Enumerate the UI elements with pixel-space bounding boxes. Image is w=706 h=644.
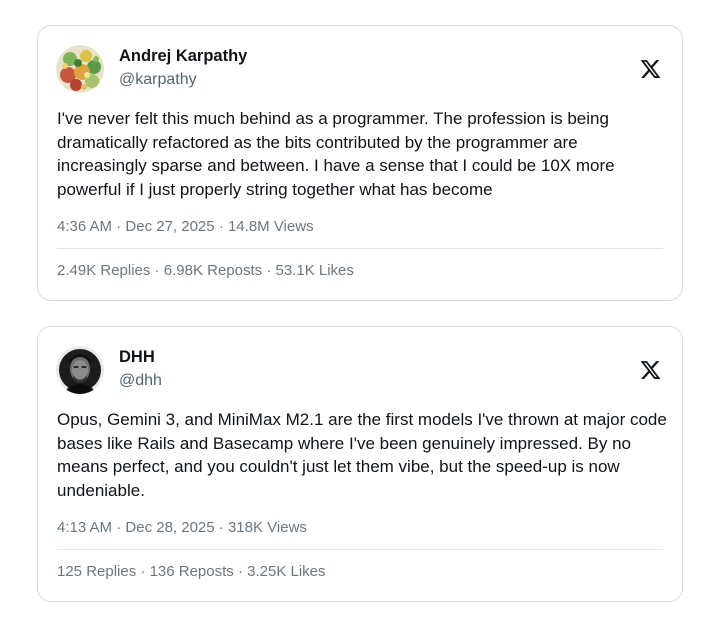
stats-separator: ·: [136, 563, 150, 580]
tweet-stats: 125 Replies · 136 Reposts · 3.25K Likes: [57, 563, 326, 580]
tweet-date[interactable]: Dec 28, 2025: [125, 519, 214, 536]
x-logo-icon[interactable]: [639, 359, 662, 381]
replies-count[interactable]: 125 Replies: [57, 563, 136, 580]
tweet-time[interactable]: 4:36 AM: [57, 218, 112, 235]
replies-count[interactable]: 2.49K Replies: [57, 262, 150, 279]
avatar[interactable]: [56, 45, 104, 93]
meta-separator: ·: [112, 519, 126, 536]
meta-separator: ·: [214, 519, 228, 536]
tweet-views: 318K Views: [227, 519, 307, 536]
tweet-stats: 2.49K Replies · 6.98K Reposts · 53.1K Li…: [57, 262, 354, 279]
stats-separator: ·: [150, 262, 164, 279]
author-handle[interactable]: @karpathy: [119, 71, 197, 89]
stats-separator: ·: [262, 262, 276, 279]
author-handle[interactable]: @dhh: [119, 372, 162, 390]
divider: [57, 248, 663, 249]
avatar[interactable]: [56, 346, 104, 394]
reposts-count[interactable]: 6.98K Reposts: [164, 262, 262, 279]
avatar-image: [56, 45, 104, 93]
meta-separator: ·: [112, 218, 126, 235]
avatar-image: [56, 346, 104, 394]
author-name[interactable]: Andrej Karpathy: [119, 47, 247, 66]
likes-count[interactable]: 53.1K Likes: [276, 262, 354, 279]
tweet-meta: 4:13 AM · Dec 28, 2025 · 318K Views: [57, 519, 307, 536]
likes-count[interactable]: 3.25K Likes: [247, 563, 325, 580]
meta-separator: ·: [214, 218, 228, 235]
tweet-card[interactable]: Andrej Karpathy @karpathy I've never fel…: [37, 25, 683, 301]
tweet-views: 14.8M Views: [227, 218, 314, 235]
tweet-date[interactable]: Dec 27, 2025: [125, 218, 214, 235]
tweet-meta: 4:36 AM · Dec 27, 2025 · 14.8M Views: [57, 218, 314, 235]
tweet-text: Opus, Gemini 3, and MiniMax M2.1 are the…: [57, 410, 667, 500]
tweet-text: I've never felt this much behind as a pr…: [57, 109, 615, 199]
author-name[interactable]: DHH: [119, 348, 155, 367]
tweet-card[interactable]: DHH @dhh Opus, Gemini 3, and MiniMax M2.…: [37, 326, 683, 602]
x-logo-icon[interactable]: [639, 58, 662, 80]
divider: [57, 549, 663, 550]
reposts-count[interactable]: 136 Reposts: [150, 563, 234, 580]
stats-separator: ·: [233, 563, 248, 580]
tweet-time[interactable]: 4:13 AM: [57, 519, 112, 536]
